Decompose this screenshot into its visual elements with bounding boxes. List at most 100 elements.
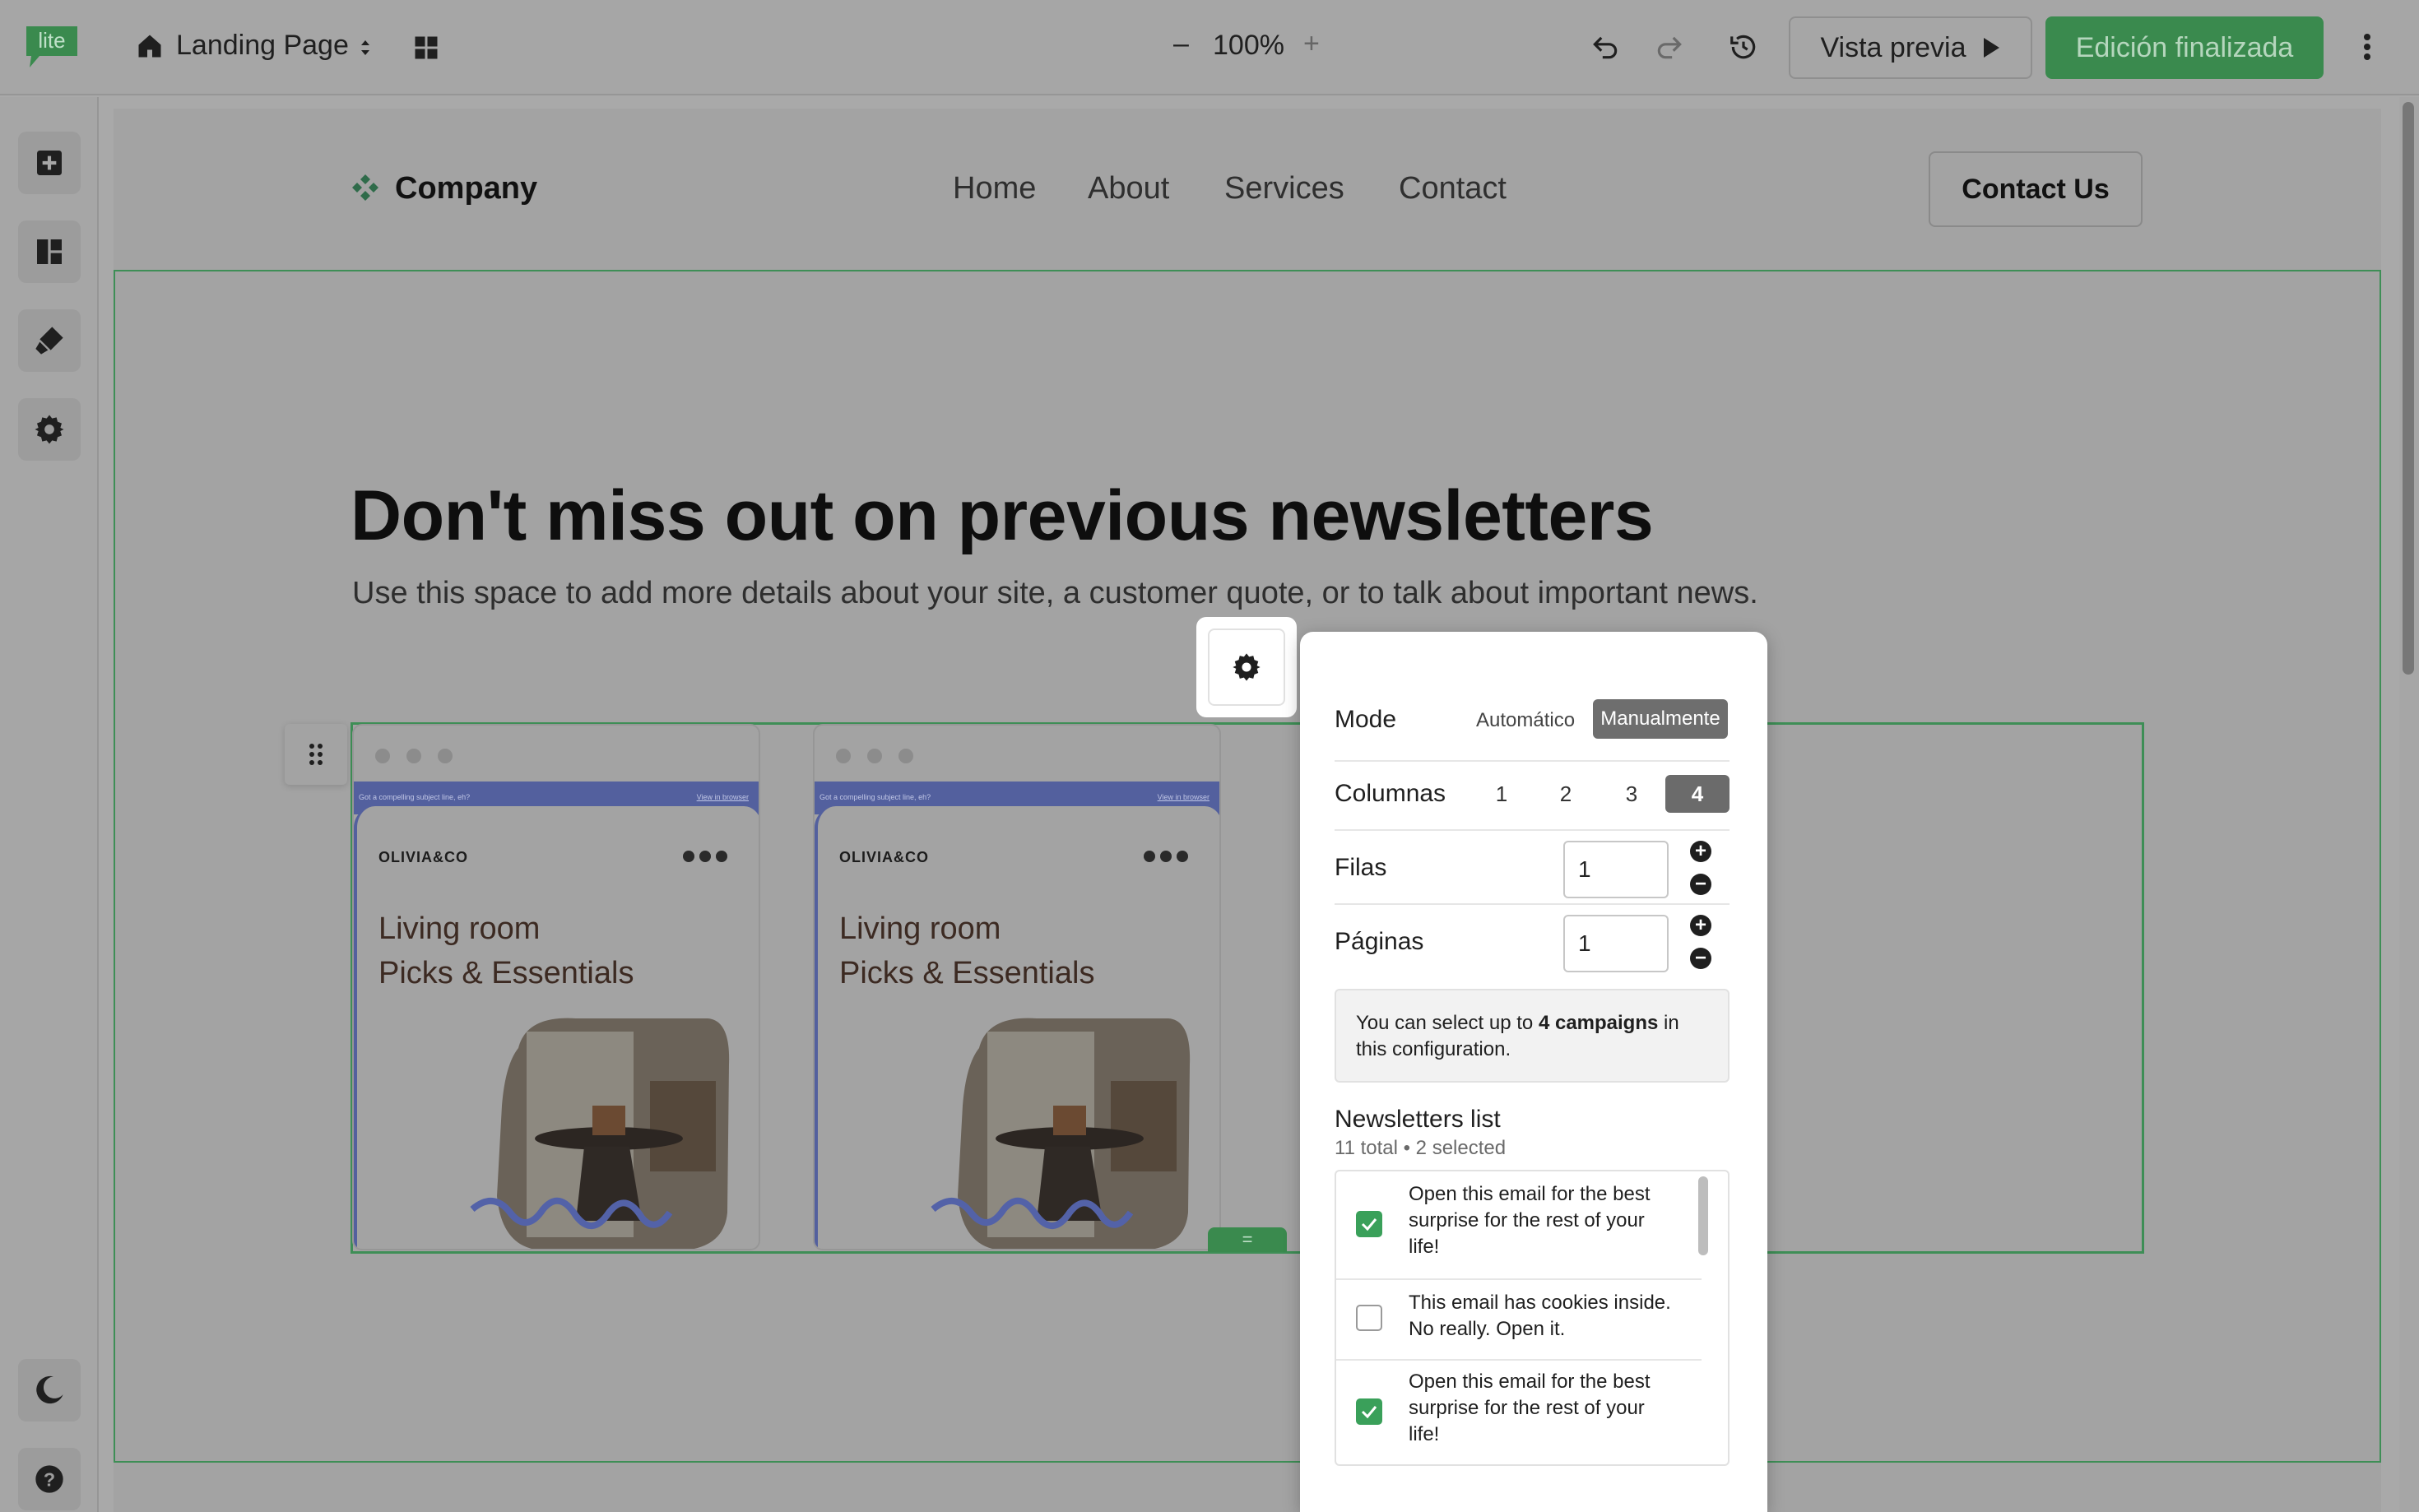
- layout-icon: [37, 239, 62, 264]
- preheader-text: Got a compelling subject line, eh?: [359, 793, 471, 801]
- company-logo-icon: [351, 173, 380, 202]
- design-button[interactable]: [18, 309, 81, 372]
- divider: [1335, 760, 1730, 762]
- mode-manual-option[interactable]: Manualmente: [1593, 699, 1728, 739]
- newsletters-list[interactable]: Open this email for the best surprise fo…: [1335, 1170, 1730, 1466]
- info-prefix: You can select up to: [1356, 1012, 1539, 1034]
- view-in-browser-link: View in browser: [1157, 793, 1210, 801]
- window-dots: [836, 749, 913, 763]
- page-selector[interactable]: Landing Page: [176, 30, 349, 62]
- dark-mode-button[interactable]: [18, 1359, 81, 1422]
- checkbox-checked[interactable]: [1356, 1211, 1382, 1237]
- left-sidebar: ?: [0, 97, 99, 1512]
- page-switch-icon[interactable]: [355, 33, 375, 63]
- columns-label: Columnas: [1335, 780, 1446, 807]
- newsletter-settings-panel: Mode Automático Manualmente Columnas 1 2…: [1300, 632, 1767, 1512]
- living-room-photo: [469, 1015, 732, 1249]
- columns-option-3[interactable]: 3: [1600, 775, 1664, 813]
- newsletter-card[interactable]: Got a compelling subject line, eh? View …: [352, 724, 760, 1250]
- columns-option-4[interactable]: 4: [1665, 775, 1730, 813]
- mode-automatic-option[interactable]: Automático: [1476, 709, 1575, 732]
- finish-editing-button[interactable]: Edición finalizada: [2045, 16, 2324, 79]
- app-logo: lite: [23, 23, 82, 69]
- newsletter-card[interactable]: Got a compelling subject line, eh? View …: [813, 724, 1221, 1250]
- info-bold: 4 campaigns: [1538, 1012, 1659, 1034]
- gear-icon: [35, 415, 64, 444]
- nav-home[interactable]: Home: [953, 171, 1036, 206]
- list-scrollbar-thumb[interactable]: [1698, 1176, 1708, 1255]
- contact-us-button[interactable]: Contact Us: [1929, 151, 2143, 227]
- canvas-scroll-thumb[interactable]: [2403, 102, 2414, 675]
- redo-icon[interactable]: [1651, 28, 1688, 66]
- paint-brush-icon: [35, 327, 63, 355]
- checkbox-checked[interactable]: [1356, 1398, 1382, 1425]
- newsletter-label: Open this email for the best surprise fo…: [1409, 1371, 1651, 1445]
- layout-button[interactable]: [18, 220, 81, 283]
- email-brand: OLIVIA&CO: [839, 849, 930, 865]
- svg-text:?: ?: [44, 1468, 55, 1490]
- pages-decrement-icon[interactable]: −: [1690, 948, 1711, 969]
- divider: [1335, 903, 1730, 905]
- settings-button[interactable]: [18, 398, 81, 461]
- window-dots: [375, 749, 453, 763]
- preview-label: Vista previa: [1820, 31, 1966, 63]
- email-brand: OLIVIA&CO: [378, 849, 469, 865]
- rows-increment-icon[interactable]: +: [1690, 841, 1711, 862]
- gear-icon: [1233, 653, 1261, 681]
- rows-decrement-icon[interactable]: −: [1690, 874, 1711, 895]
- columns-option-1[interactable]: 1: [1470, 775, 1534, 813]
- block-settings-button[interactable]: [1208, 628, 1285, 706]
- pages-grid-icon[interactable]: [406, 30, 446, 66]
- email-title-line1: Living room: [839, 911, 1001, 946]
- rows-label: Filas: [1335, 854, 1387, 881]
- add-element-button[interactable]: [18, 132, 81, 194]
- section-subtitle[interactable]: Use this space to add more details about…: [352, 576, 1758, 611]
- living-room-photo: [930, 1015, 1193, 1249]
- history-icon[interactable]: [1725, 28, 1762, 66]
- zoom-in-button[interactable]: +: [1303, 28, 1320, 60]
- logo-text: lite: [38, 28, 65, 53]
- newsletter-label: This email has cookies inside. No really…: [1409, 1292, 1671, 1340]
- drag-handle-icon[interactable]: [285, 724, 347, 785]
- nav-contact[interactable]: Contact: [1399, 171, 1507, 206]
- zoom-level: 100%: [1213, 30, 1284, 61]
- pages-input[interactable]: 1: [1563, 915, 1669, 972]
- home-icon[interactable]: [132, 28, 168, 64]
- more-options-icon[interactable]: [2355, 28, 2380, 66]
- plus-square-icon: [37, 151, 62, 175]
- email-title: Living room Picks & Essentials: [378, 907, 634, 995]
- section-headline[interactable]: Don't miss out on previous newsletters: [351, 475, 1654, 557]
- columns-option-2[interactable]: 2: [1534, 775, 1598, 813]
- nav-services[interactable]: Services: [1224, 171, 1344, 206]
- top-toolbar: lite Landing Page – 100% + Vista previa …: [0, 0, 2419, 95]
- divider: [1335, 829, 1730, 831]
- list-item[interactable]: Open this email for the best surprise fo…: [1336, 1359, 1702, 1464]
- list-item[interactable]: Open this email for the best surprise fo…: [1336, 1171, 1702, 1280]
- play-icon: [1983, 38, 1999, 58]
- list-item[interactable]: This email has cookies inside. No really…: [1336, 1278, 1702, 1361]
- newsletters-count: 11 total • 2 selected: [1335, 1137, 1507, 1159]
- view-in-browser-link: View in browser: [696, 793, 749, 801]
- rows-input[interactable]: 1: [1563, 841, 1669, 898]
- pages-label: Páginas: [1335, 928, 1424, 955]
- resize-tab[interactable]: =: [1208, 1227, 1287, 1252]
- email-title-line2: Picks & Essentials: [378, 956, 634, 990]
- checkbox-unchecked[interactable]: [1356, 1305, 1382, 1331]
- help-icon: ?: [35, 1465, 63, 1493]
- preview-button[interactable]: Vista previa: [1789, 16, 2032, 79]
- newsletters-list-title: Newsletters list: [1335, 1106, 1501, 1133]
- zoom-out-button[interactable]: –: [1173, 28, 1189, 60]
- social-icons: [683, 851, 727, 862]
- campaign-limit-info: You can select up to 4 campaigns in this…: [1335, 989, 1730, 1083]
- newsletter-label: Open this email for the best surprise fo…: [1409, 1183, 1651, 1258]
- undo-icon[interactable]: [1586, 28, 1624, 66]
- nav-about[interactable]: About: [1088, 171, 1169, 206]
- email-title-line1: Living room: [378, 911, 541, 946]
- mode-label: Mode: [1335, 706, 1397, 733]
- social-icons: [1144, 851, 1188, 862]
- pages-increment-icon[interactable]: +: [1690, 915, 1711, 936]
- help-button[interactable]: ?: [18, 1448, 81, 1510]
- company-name: Company: [395, 171, 538, 206]
- preheader-text: Got a compelling subject line, eh?: [819, 793, 931, 801]
- moon-icon: [36, 1375, 63, 1404]
